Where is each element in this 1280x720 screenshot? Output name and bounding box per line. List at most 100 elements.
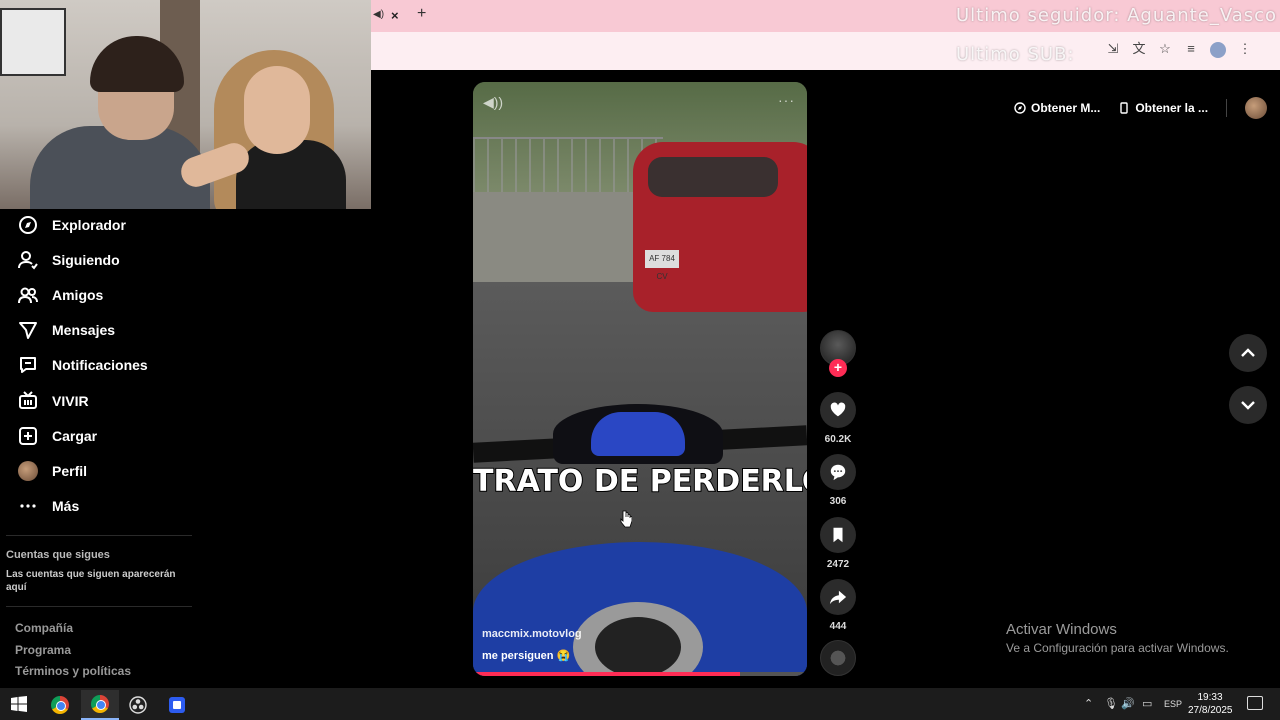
sidebar-item-explorador[interactable]: Explorador bbox=[18, 210, 126, 240]
menu-kebab-icon[interactable]: ⋮ bbox=[1238, 42, 1252, 56]
taskbar-chrome-2[interactable] bbox=[81, 690, 119, 720]
obs-icon bbox=[129, 696, 147, 714]
sidebar-item-label: Cargar bbox=[52, 428, 98, 444]
previous-video-button[interactable] bbox=[1229, 334, 1267, 372]
windows-start-icon[interactable] bbox=[11, 696, 27, 712]
windows-activation-subtitle: Ve a Configuración para activar Windows. bbox=[1006, 641, 1229, 655]
get-app-label-2: Obtener la ... bbox=[1135, 101, 1209, 115]
footer-link-terms[interactable]: Términos y políticas bbox=[15, 664, 131, 678]
video-caption-overlay: TRATO DE PERDERLO bbox=[473, 463, 807, 500]
webcam-overlay bbox=[0, 0, 371, 209]
tray-chevron-up-icon[interactable]: ⌃ bbox=[1084, 697, 1093, 710]
heart-icon bbox=[830, 402, 846, 417]
video-speedometer bbox=[591, 412, 685, 456]
new-tab-button[interactable]: + bbox=[417, 5, 426, 23]
compass-icon bbox=[18, 215, 38, 235]
sidebar-item-mensajes[interactable]: Mensajes bbox=[18, 315, 115, 345]
send-icon bbox=[18, 320, 38, 340]
compass-icon bbox=[1014, 102, 1026, 114]
network-icon[interactable]: ▭ bbox=[1142, 697, 1152, 710]
video-player[interactable]: AF 784 CV ◀)) ··· TRATO DE PERDERLO macc… bbox=[473, 82, 807, 676]
sidebar-item-label: Siguiendo bbox=[52, 252, 120, 268]
translate-icon[interactable]: 文 bbox=[1132, 42, 1146, 56]
sidebar-divider bbox=[6, 535, 192, 536]
get-app-button-2[interactable]: Obtener la ... bbox=[1118, 101, 1208, 115]
sidebar-item-label: Explorador bbox=[52, 217, 126, 233]
tab-close-button[interactable]: × bbox=[391, 8, 399, 23]
screen: ◀) × + Ultimo seguidor: Aguante_Vasco Ul… bbox=[0, 0, 1280, 720]
more-dots-icon bbox=[18, 496, 38, 516]
music-disc-icon[interactable] bbox=[820, 640, 856, 676]
video-license-plate: AF 784 CV bbox=[645, 250, 679, 281]
follow-button[interactable]: + bbox=[829, 359, 847, 377]
video-tank-cap-inner bbox=[595, 617, 681, 676]
profile-photo bbox=[18, 461, 38, 481]
footer-link-company[interactable]: Compañía bbox=[15, 621, 73, 635]
sidebar-item-label: Notificaciones bbox=[52, 357, 148, 373]
share-count: 444 bbox=[829, 621, 847, 632]
get-app-button-1[interactable]: Obtener M... bbox=[1014, 101, 1100, 115]
video-progress-fill bbox=[473, 672, 741, 676]
more-options-icon[interactable]: ··· bbox=[778, 92, 795, 108]
taskbar-clock[interactable]: 19:33 27/8/2025 bbox=[1188, 691, 1233, 717]
tv-icon bbox=[18, 391, 38, 411]
next-video-button[interactable] bbox=[1229, 386, 1267, 424]
install-icon[interactable]: ⇲ bbox=[1106, 42, 1120, 56]
chrome-icon bbox=[51, 696, 69, 714]
avatar bbox=[18, 461, 38, 481]
comment-button[interactable] bbox=[820, 454, 856, 490]
phone-icon bbox=[1118, 102, 1130, 114]
sidebar-item-notificaciones[interactable]: Notificaciones bbox=[18, 350, 148, 380]
save-button[interactable] bbox=[820, 517, 856, 553]
stream-overlay-follower: Ultimo seguidor: Aguante_Vasco bbox=[956, 5, 1278, 26]
sidebar-item-amigos[interactable]: Amigos bbox=[18, 280, 103, 310]
bookmark-star-icon[interactable]: ☆ bbox=[1158, 42, 1172, 56]
taskbar-app-blue[interactable] bbox=[158, 690, 196, 720]
sidebar-item-siguiendo[interactable]: Siguiendo bbox=[18, 245, 120, 275]
bookmark-icon bbox=[833, 527, 843, 543]
notification-center-icon[interactable] bbox=[1247, 696, 1263, 710]
windows-taskbar: ⌃ 🎙 🔊 ▭ ESP 19:33 27/8/2025 bbox=[0, 688, 1280, 720]
share-arrow-icon bbox=[829, 590, 847, 605]
app-square-icon bbox=[169, 697, 185, 713]
sidebar-item-perfil[interactable]: Perfil bbox=[18, 456, 87, 486]
speaker-icon[interactable]: 🔊 bbox=[1121, 697, 1135, 710]
get-app-label-1: Obtener M... bbox=[1031, 101, 1101, 115]
chevron-up-icon bbox=[1241, 348, 1255, 357]
video-username[interactable]: maccmix.motovlog bbox=[482, 628, 582, 640]
microphone-icon[interactable]: 🎙 bbox=[1104, 697, 1118, 710]
taskbar-obs[interactable] bbox=[119, 690, 157, 720]
account-avatar[interactable] bbox=[1245, 97, 1268, 119]
taskbar-chrome-1[interactable] bbox=[41, 690, 79, 720]
tab-audio-icon[interactable]: ◀) bbox=[373, 9, 384, 20]
message-square-icon bbox=[18, 355, 38, 375]
video-progress-bar[interactable] bbox=[473, 672, 807, 676]
share-button[interactable] bbox=[820, 579, 856, 615]
clock-time: 19:33 bbox=[1197, 692, 1223, 703]
sidebar-item-label: VIVIR bbox=[52, 393, 89, 409]
input-language[interactable]: ESP bbox=[1164, 699, 1182, 709]
reading-list-icon[interactable]: ≡ bbox=[1184, 42, 1198, 56]
mouse-cursor-icon bbox=[620, 510, 632, 528]
pill-divider bbox=[1226, 99, 1228, 117]
like-button[interactable] bbox=[820, 392, 856, 428]
profile-avatar-icon[interactable] bbox=[1210, 42, 1226, 58]
sidebar-item-label: Perfil bbox=[52, 463, 88, 479]
stream-overlay-sub: Ultimo SUB: bbox=[956, 44, 1075, 65]
sidebar-item-cargar[interactable]: Cargar bbox=[18, 421, 97, 451]
sidebar-item-mas[interactable]: Más bbox=[18, 491, 79, 521]
windows-activation-title: Activar Windows bbox=[1006, 621, 1117, 638]
volume-icon[interactable]: ◀)) bbox=[483, 94, 503, 111]
footer-link-program[interactable]: Programa bbox=[15, 643, 71, 657]
person-2-head bbox=[244, 66, 310, 154]
clock-date: 27/8/2025 bbox=[1188, 705, 1233, 716]
sidebar-item-label: Más bbox=[52, 498, 80, 514]
top-right-bar: Obtener M... Obtener la ... bbox=[1014, 93, 1268, 123]
comment-icon bbox=[830, 464, 846, 481]
following-section-title: Cuentas que sigues bbox=[6, 549, 110, 561]
friends-icon bbox=[18, 285, 38, 305]
sidebar-divider bbox=[6, 606, 192, 607]
comment-count: 306 bbox=[829, 496, 847, 507]
sidebar-item-vivir[interactable]: VIVIR bbox=[18, 386, 89, 416]
sidebar-item-label: Mensajes bbox=[52, 322, 116, 338]
